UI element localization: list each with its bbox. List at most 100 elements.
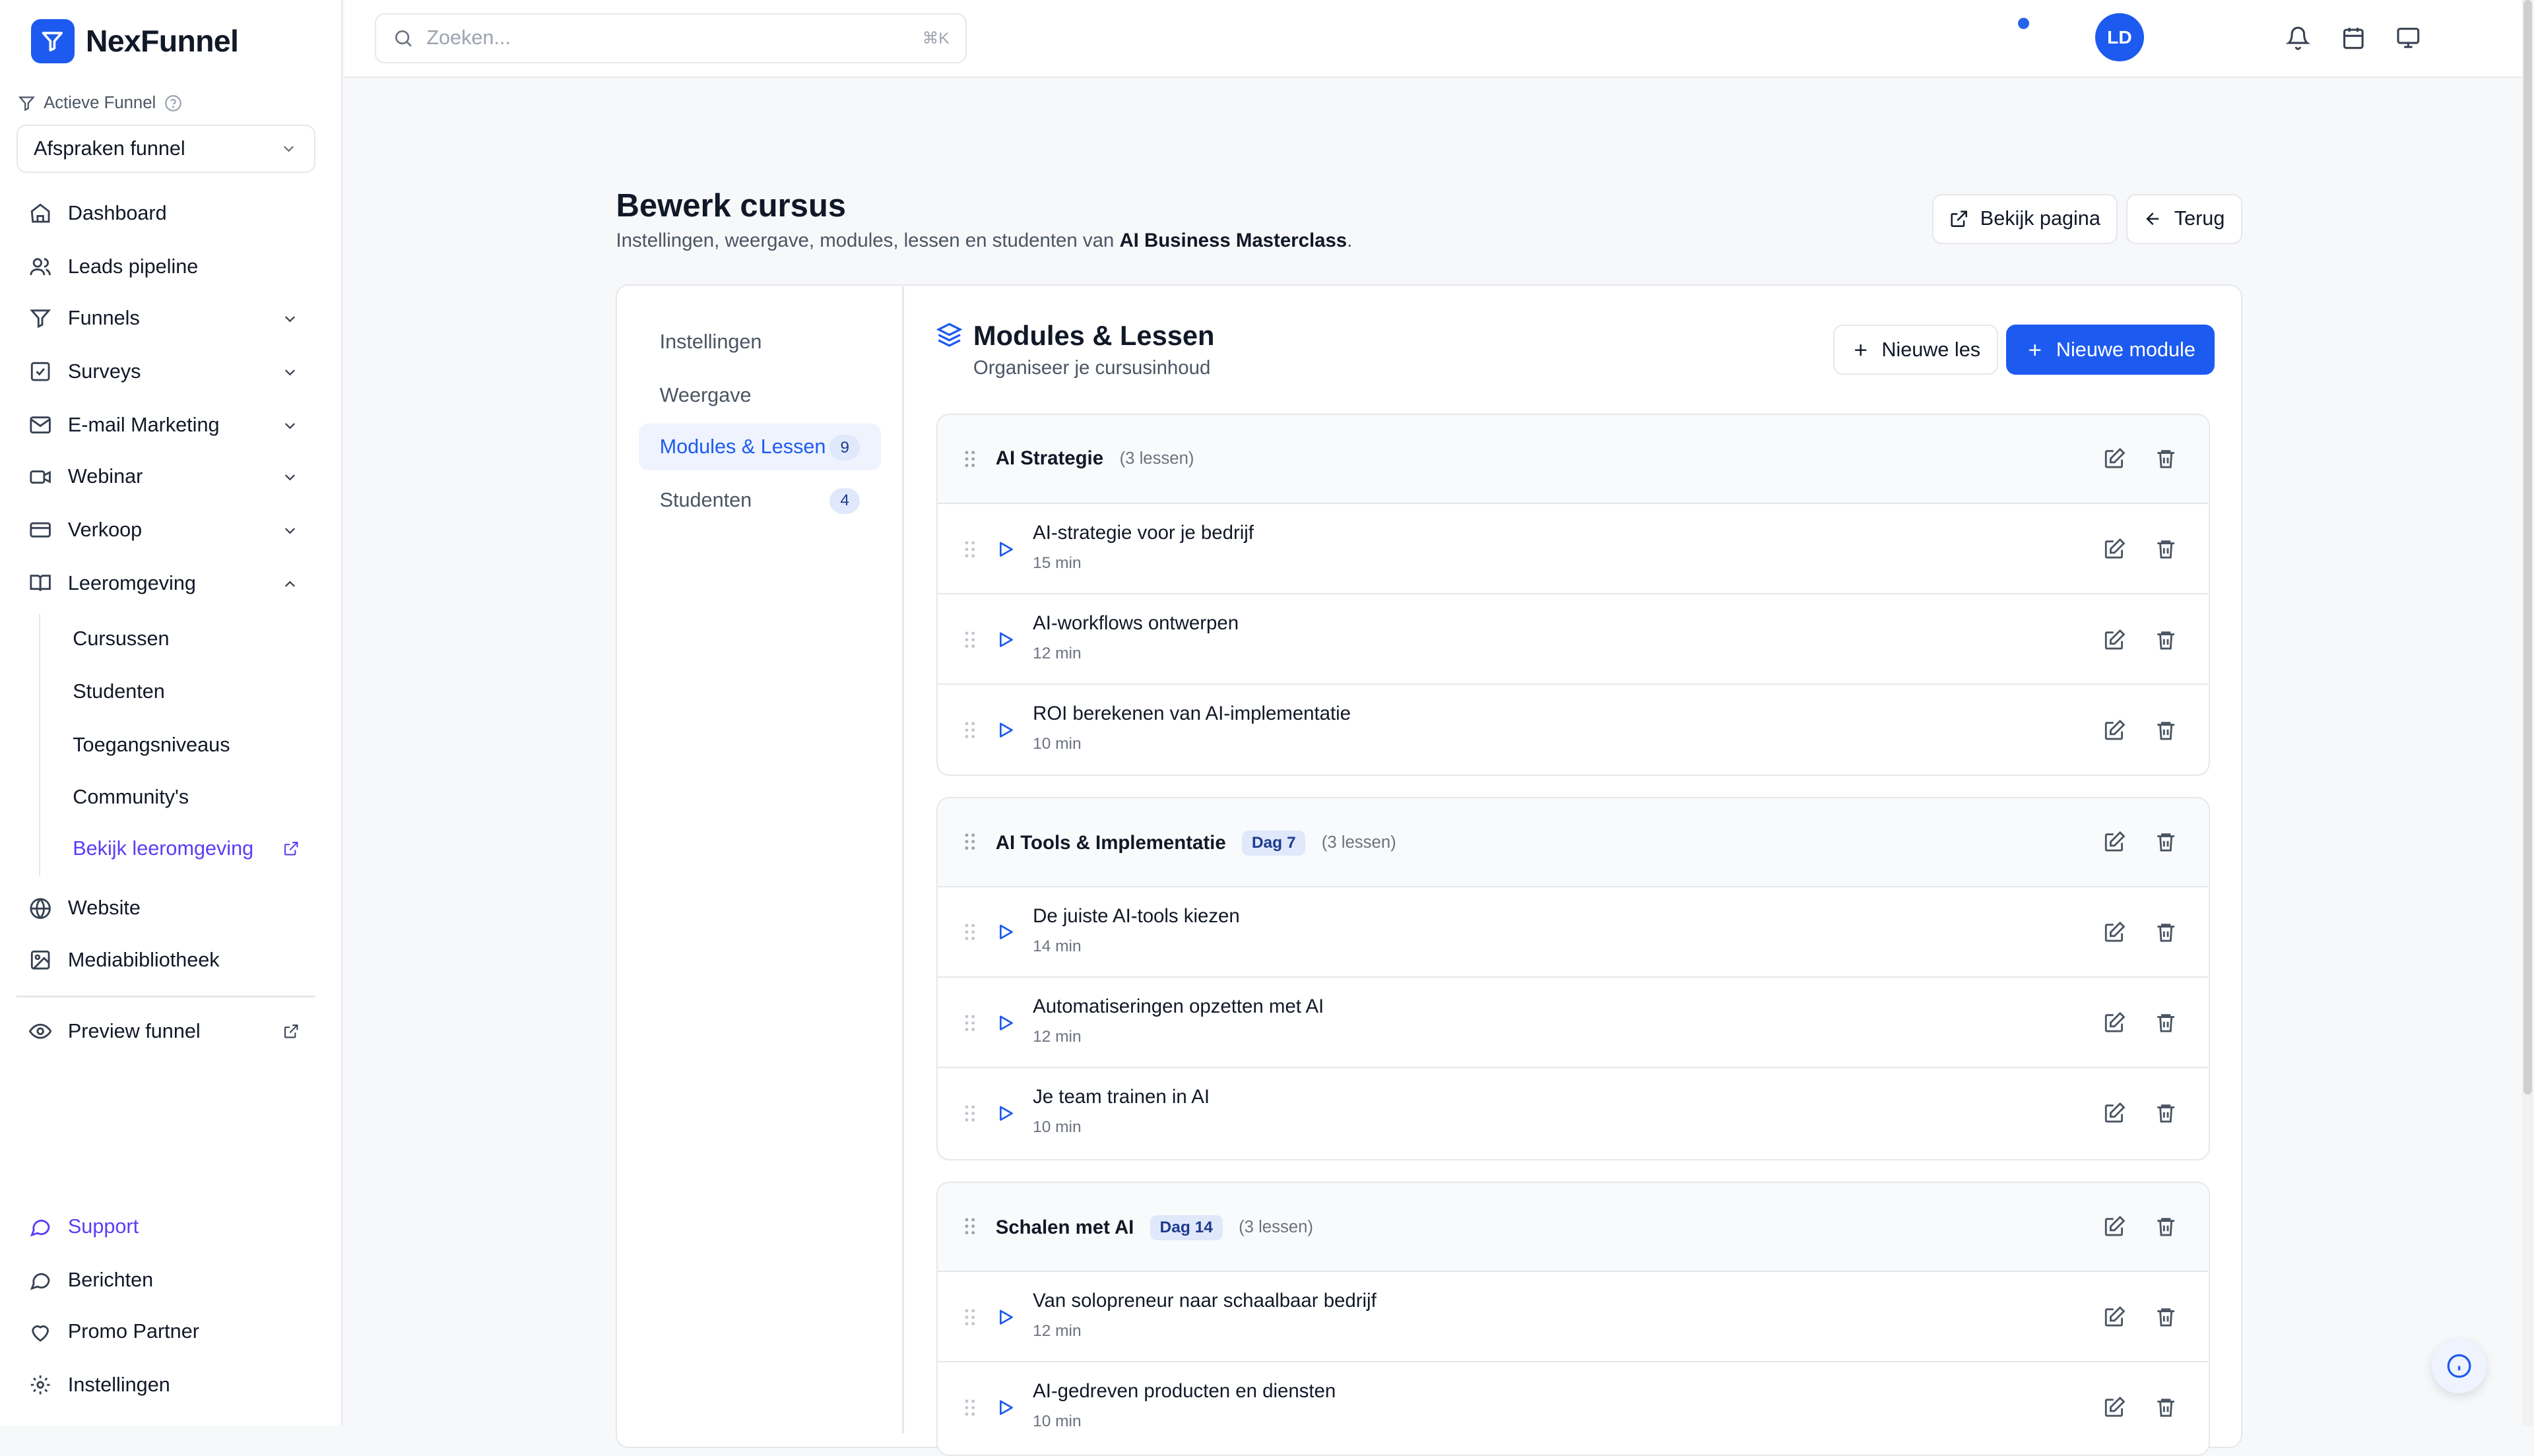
drag-handle-icon[interactable]	[963, 1104, 977, 1123]
trash-icon[interactable]	[2155, 629, 2177, 651]
lesson-row[interactable]: AI-workflows ontwerpen 12 min	[937, 594, 2209, 685]
edit-icon[interactable]	[2103, 921, 2126, 943]
trash-icon[interactable]	[2155, 1306, 2177, 1328]
edit-icon[interactable]	[2103, 1215, 2126, 1238]
nav-funnels[interactable]: Funnels	[16, 296, 315, 341]
module-title: Schalen met AI	[995, 1216, 1134, 1238]
new-lesson-button[interactable]: Nieuwe les	[1833, 325, 1998, 375]
edit-icon[interactable]	[2103, 538, 2126, 560]
edit-icon[interactable]	[2103, 447, 2126, 470]
trash-icon[interactable]	[2155, 538, 2177, 560]
nav-leads-pipeline[interactable]: Leads pipeline	[16, 244, 315, 290]
gear-icon	[30, 1376, 50, 1395]
monitor-icon[interactable]	[2396, 26, 2420, 50]
tab-weergave[interactable]: Weergave	[639, 372, 882, 419]
new-module-button[interactable]: Nieuwe module	[2006, 325, 2215, 375]
trash-icon[interactable]	[2155, 719, 2177, 742]
book-open-icon	[30, 575, 51, 592]
tab-studenten[interactable]: Studenten 4	[639, 477, 882, 524]
notification-dot	[2017, 17, 2029, 30]
drag-handle-icon[interactable]	[963, 922, 977, 941]
plus-icon	[1854, 344, 1867, 356]
sub-bekijk-leeromgeving[interactable]: Bekijk leeromgeving	[60, 826, 315, 871]
search-icon	[395, 30, 412, 47]
trash-icon[interactable]	[2155, 447, 2177, 470]
edit-icon[interactable]	[2103, 1011, 2126, 1034]
edit-icon[interactable]	[2103, 1306, 2126, 1328]
nav-label: Support	[67, 1215, 139, 1238]
logo[interactable]: NexFunnel	[30, 19, 239, 63]
new-lesson-label: Nieuwe les	[1881, 338, 1981, 361]
trash-icon[interactable]	[2155, 1102, 2177, 1124]
chevron-down-icon	[285, 528, 296, 534]
checkbox-icon	[30, 362, 50, 381]
nav-promo-partner[interactable]: Promo Partner	[16, 1310, 315, 1355]
trash-icon[interactable]	[2155, 1396, 2177, 1418]
subtitle-suffix: .	[1347, 229, 1353, 251]
edit-icon[interactable]	[2103, 1396, 2126, 1418]
drag-handle-icon[interactable]	[963, 540, 977, 559]
sub-cursussen[interactable]: Cursussen	[73, 627, 169, 650]
drag-handle-icon[interactable]	[963, 720, 977, 740]
trash-icon[interactable]	[2155, 1215, 2177, 1238]
nav-mediabibliotheek[interactable]: Mediabibliotheek	[16, 937, 315, 983]
chevron-down-icon	[285, 316, 296, 323]
nav-verkoop[interactable]: Verkoop	[16, 507, 315, 553]
drag-handle-icon[interactable]	[963, 832, 977, 851]
nav-dashboard[interactable]: Dashboard	[16, 191, 315, 236]
nav-website[interactable]: Website	[16, 886, 315, 932]
nav-email-marketing[interactable]: E-mail Marketing	[16, 402, 315, 448]
tab-instellingen[interactable]: Instellingen	[639, 319, 882, 365]
trash-icon[interactable]	[2155, 921, 2177, 943]
nav-webinar[interactable]: Webinar	[16, 454, 315, 499]
edit-icon[interactable]	[2103, 629, 2126, 651]
nav-preview-funnel[interactable]: Preview funnel	[16, 1009, 315, 1054]
view-page-label: Bekijk pagina	[1980, 207, 2100, 230]
sub-studenten[interactable]: Studenten	[73, 680, 165, 703]
drag-handle-icon[interactable]	[963, 1013, 977, 1032]
scrollbar-thumb[interactable]	[2523, 0, 2532, 1094]
calendar-icon[interactable]	[2341, 26, 2366, 50]
search-input[interactable]: Zoeken... ⌘K	[375, 13, 967, 63]
lesson-row[interactable]: De juiste AI-tools kiezen 14 min	[937, 887, 2209, 978]
view-page-button[interactable]: Bekijk pagina	[1932, 194, 2118, 244]
drag-handle-icon[interactable]	[963, 1217, 977, 1236]
drag-handle-icon[interactable]	[963, 1398, 977, 1417]
bell-icon[interactable]	[2286, 26, 2311, 50]
drag-handle-icon[interactable]	[963, 1308, 977, 1327]
page-subtitle: Instellingen, weergave, modules, lessen …	[616, 230, 1352, 252]
back-button[interactable]: Terug	[2126, 194, 2242, 244]
lesson-row[interactable]: AI-gedreven producten en diensten 10 min	[938, 1362, 2209, 1453]
nav-support[interactable]: Support	[16, 1204, 315, 1250]
play-icon	[996, 1308, 1015, 1327]
nav-leeromgeving[interactable]: Leeromgeving	[16, 561, 315, 606]
trash-icon[interactable]	[2155, 831, 2177, 853]
info-fab[interactable]	[2431, 1338, 2487, 1393]
nav-berichten[interactable]: Berichten	[16, 1257, 315, 1303]
edit-icon[interactable]	[2103, 719, 2126, 742]
lesson-count: (3 lessen)	[1321, 833, 1396, 852]
edit-icon[interactable]	[2103, 1102, 2126, 1124]
funnel-select-value: Afspraken funnel	[34, 137, 185, 160]
nav-label: Funnels	[67, 307, 140, 330]
lesson-row[interactable]: AI-strategie voor je bedrijf 15 min	[937, 504, 2209, 595]
avatar[interactable]: LD	[2095, 13, 2144, 62]
lesson-row[interactable]: Van solopreneur naar schaalbaar bedrijf 1…	[937, 1272, 2209, 1362]
drag-handle-icon[interactable]	[963, 630, 977, 649]
tab-modules-lessen[interactable]: Modules & Lessen 9	[638, 423, 882, 470]
nav-label: Dashboard	[67, 201, 167, 224]
chevron-down-icon	[285, 474, 296, 481]
drag-handle-icon[interactable]	[963, 449, 977, 468]
sub-communitys[interactable]: Community's	[73, 786, 189, 809]
lesson-row[interactable]: Automatiseringen opzetten met AI 12 min	[937, 978, 2209, 1068]
nav-surveys[interactable]: Surveys	[16, 349, 315, 395]
nav-instellingen[interactable]: Instellingen	[16, 1362, 315, 1408]
trash-icon[interactable]	[2155, 1011, 2177, 1034]
module-title: AI Strategie	[995, 447, 1104, 470]
help-circle-icon[interactable]	[164, 94, 182, 112]
lesson-row[interactable]: Je team trainen in AI 10 min	[938, 1068, 2209, 1158]
lesson-row[interactable]: ROI berekenen van AI-implementatie 10 min	[938, 685, 2209, 775]
funnel-select[interactable]: Afspraken funnel	[16, 124, 315, 174]
sub-toegangsniveaus[interactable]: Toegangsniveaus	[73, 734, 230, 757]
edit-icon[interactable]	[2103, 831, 2126, 853]
